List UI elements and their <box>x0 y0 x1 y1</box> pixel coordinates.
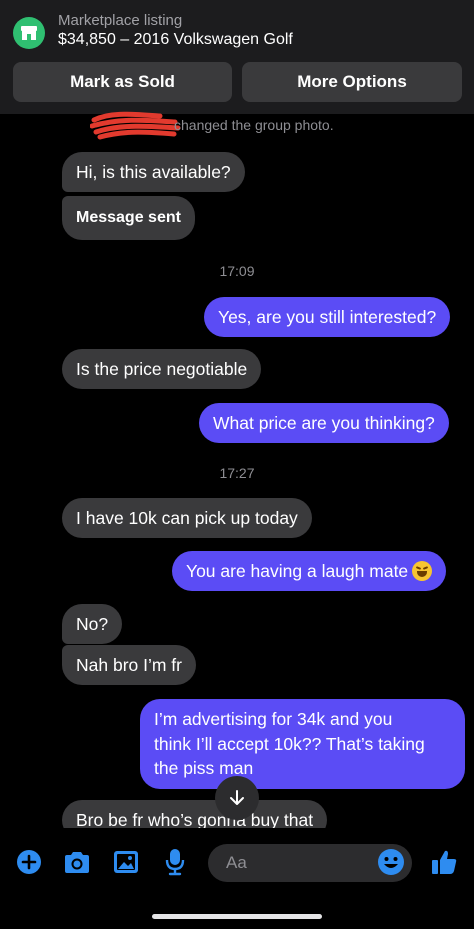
arrow-down-icon <box>230 790 244 805</box>
outgoing-message[interactable]: What price are you thinking? <box>199 403 449 443</box>
outgoing-message[interactable]: I’m advertising for 34k and you think I’… <box>140 699 465 789</box>
incoming-message[interactable]: Is the price negotiable <box>62 349 262 389</box>
outgoing-message[interactable]: You are having a laugh mate <box>172 551 447 591</box>
camera-icon[interactable] <box>63 848 91 876</box>
microphone-icon[interactable] <box>161 848 189 876</box>
image-icon[interactable] <box>112 848 140 876</box>
scroll-to-bottom-button[interactable] <box>215 776 259 820</box>
message-line: I’m advertising for 34k and you <box>154 709 393 729</box>
laughing-emoji-icon <box>412 561 433 581</box>
listing-title[interactable]: $34,850 – 2016 Volkswagen Golf <box>58 31 293 49</box>
mark-as-sold-button[interactable]: Mark as Sold <box>13 62 232 102</box>
incoming-message[interactable]: Hi, is this available? <box>62 152 245 192</box>
incoming-message[interactable]: Nah bro I’m fr <box>62 645 196 685</box>
timestamp: 17:27 <box>219 465 255 481</box>
message-input-placeholder: Aa <box>226 853 247 872</box>
incoming-message[interactable]: I have 10k can pick up today <box>62 498 312 538</box>
marketplace-store-icon <box>13 17 45 49</box>
listing-label: Marketplace listing <box>58 12 183 29</box>
more-options-button[interactable]: More Options <box>242 62 462 102</box>
system-message: changed the group photo. <box>80 117 400 133</box>
message-line: think I’ll accept 10k?? That’s taking <box>154 733 425 754</box>
outgoing-message-text: You are having a laugh mate <box>186 561 409 581</box>
timestamp: 17:09 <box>219 263 255 279</box>
thumbs-up-icon[interactable] <box>430 848 458 876</box>
plus-icon[interactable] <box>15 848 43 876</box>
system-message-text: changed the group photo. <box>174 117 334 133</box>
message-sent-card[interactable]: Message sent <box>62 196 195 240</box>
home-indicator <box>152 914 322 919</box>
message-line: the piss man <box>154 758 254 778</box>
emoji-icon[interactable] <box>377 848 405 876</box>
incoming-message[interactable]: No? <box>62 604 123 644</box>
outgoing-message[interactable]: Yes, are you still interested? <box>204 297 451 337</box>
marketplace-header: Marketplace listing $34,850 – 2016 Volks… <box>0 0 474 114</box>
